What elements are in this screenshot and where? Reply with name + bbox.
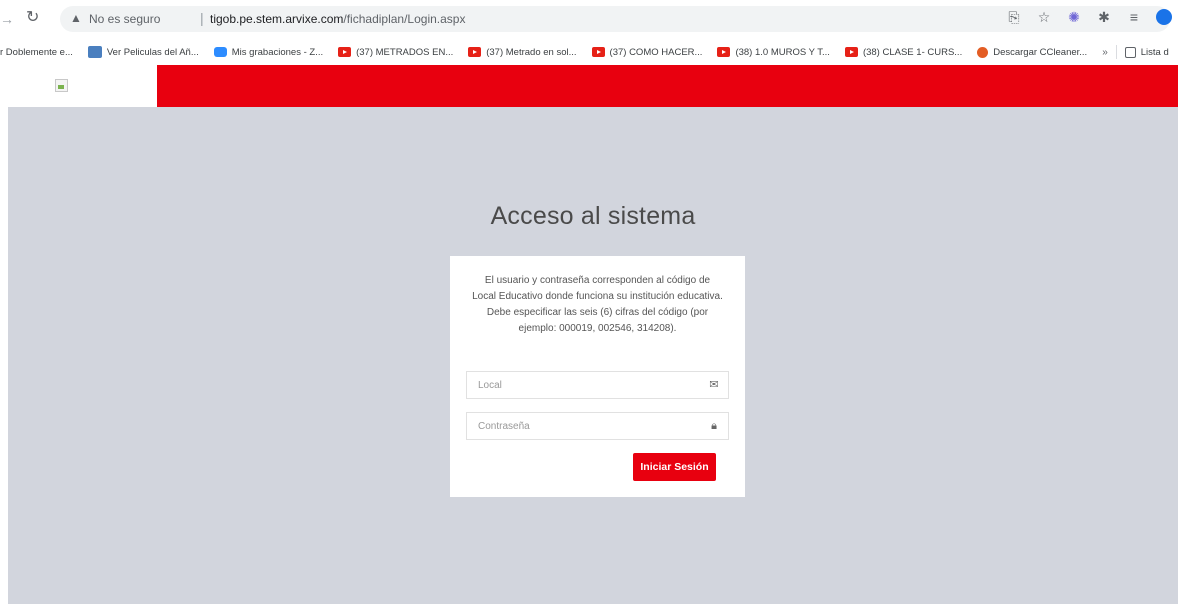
url-host: tigob.pe.stem.arvixe.com [210,12,344,26]
youtube-icon [591,47,605,57]
password-input[interactable] [467,413,697,439]
warning-triangle-icon: ▲ [70,11,82,25]
bookmark-label: (38) CLASE 1- CURS... [862,46,963,58]
bookmarks-bar: r Doblemente e... Ver Peliculas del Añ..… [0,40,1178,64]
page-title: Acceso al sistema [490,202,696,230]
bookmark-label: (37) METRADOS EN... [356,46,454,58]
bookmark-label: r Doblemente e... [0,46,73,58]
local-input[interactable] [467,372,697,398]
bookmark-label: Descargar CCleaner... [993,46,1088,58]
lock-icon: 🔒︎ [711,420,717,432]
share-icon[interactable]: ⎘ [1006,9,1022,25]
bookmark-item[interactable]: r Doblemente e... [0,47,73,58]
login-button[interactable]: Iniciar Sesión [633,453,716,481]
url-text[interactable]: tigob.pe.stem.arvixe.com/fichadiplan/Log… [210,12,465,26]
bookmark-item[interactable]: (38) 1.0 MUROS Y T... [717,47,830,58]
bookmarks-more-button[interactable]: » [1102,47,1108,58]
broken-image-icon [55,79,68,92]
login-card: El usuario y contraseña corresponden al … [450,256,745,497]
address-bar[interactable]: ▲ No es seguro | tigob.pe.stem.arvixe.co… [60,6,1170,32]
extension-icon[interactable]: ✺ [1066,9,1082,25]
reading-list-icon [1124,46,1136,58]
url-path: /fichadiplan/Login.aspx [343,12,466,26]
login-page: Acceso al sistema El usuario y contraseñ… [8,107,1178,604]
profile-icon[interactable] [1156,9,1172,25]
reading-list-label: Lista d [1140,46,1169,58]
forward-arrow-icon[interactable]: → [0,10,14,28]
password-field: 🔒︎ [466,412,729,440]
bookmark-item[interactable]: Mis grabaciones - Z... [213,46,324,58]
youtube-icon [717,47,731,57]
login-instructions: El usuario y contraseña corresponden al … [472,275,723,334]
reading-list-button[interactable]: Lista d [1124,46,1169,58]
youtube-icon [844,47,858,57]
ccleaner-icon [977,46,989,58]
bookmarks-divider [1115,45,1117,59]
calendar-icon [87,46,102,58]
bookmark-label: (37) Metrado en sol... [486,46,577,58]
security-status[interactable]: No es seguro [89,12,160,26]
envelope-icon: ✉ [709,379,719,391]
url-separator: | [200,10,204,26]
reading-list-icon[interactable]: ≡ [1126,9,1142,25]
browser-toolbar: ⎘ ☆ ✺ ✱ ≡ [1006,9,1172,25]
bookmark-label: Mis grabaciones - Z... [231,46,324,58]
youtube-icon [338,47,352,57]
bookmark-label: (38) 1.0 MUROS Y T... [735,46,830,58]
header-banner [157,65,1178,107]
browser-address-row: → ↻ ▲ No es seguro | tigob.pe.stem.arvix… [0,0,1178,38]
bookmark-item[interactable]: (37) COMO HACER... [591,46,703,58]
youtube-icon [468,47,482,57]
bookmark-item[interactable]: Descargar CCleaner... [977,46,1088,58]
bookmark-item[interactable]: (38) CLASE 1- CURS... [844,46,963,58]
reload-icon[interactable]: ↻ [26,9,44,27]
bookmark-label: (37) COMO HACER... [609,46,703,58]
logo-area [0,65,157,107]
site-header [0,65,1178,107]
puzzle-icon[interactable]: ✱ [1096,9,1112,25]
star-icon[interactable]: ☆ [1036,9,1052,25]
bookmark-label: Ver Peliculas del Añ... [106,46,199,58]
zoom-icon [213,47,227,57]
bookmark-item[interactable]: Ver Peliculas del Añ... [87,46,199,58]
bookmark-item[interactable]: (37) Metrado en sol... [468,46,577,58]
bookmark-item[interactable]: (37) METRADOS EN... [338,47,453,58]
local-field: ✉ [466,371,729,399]
